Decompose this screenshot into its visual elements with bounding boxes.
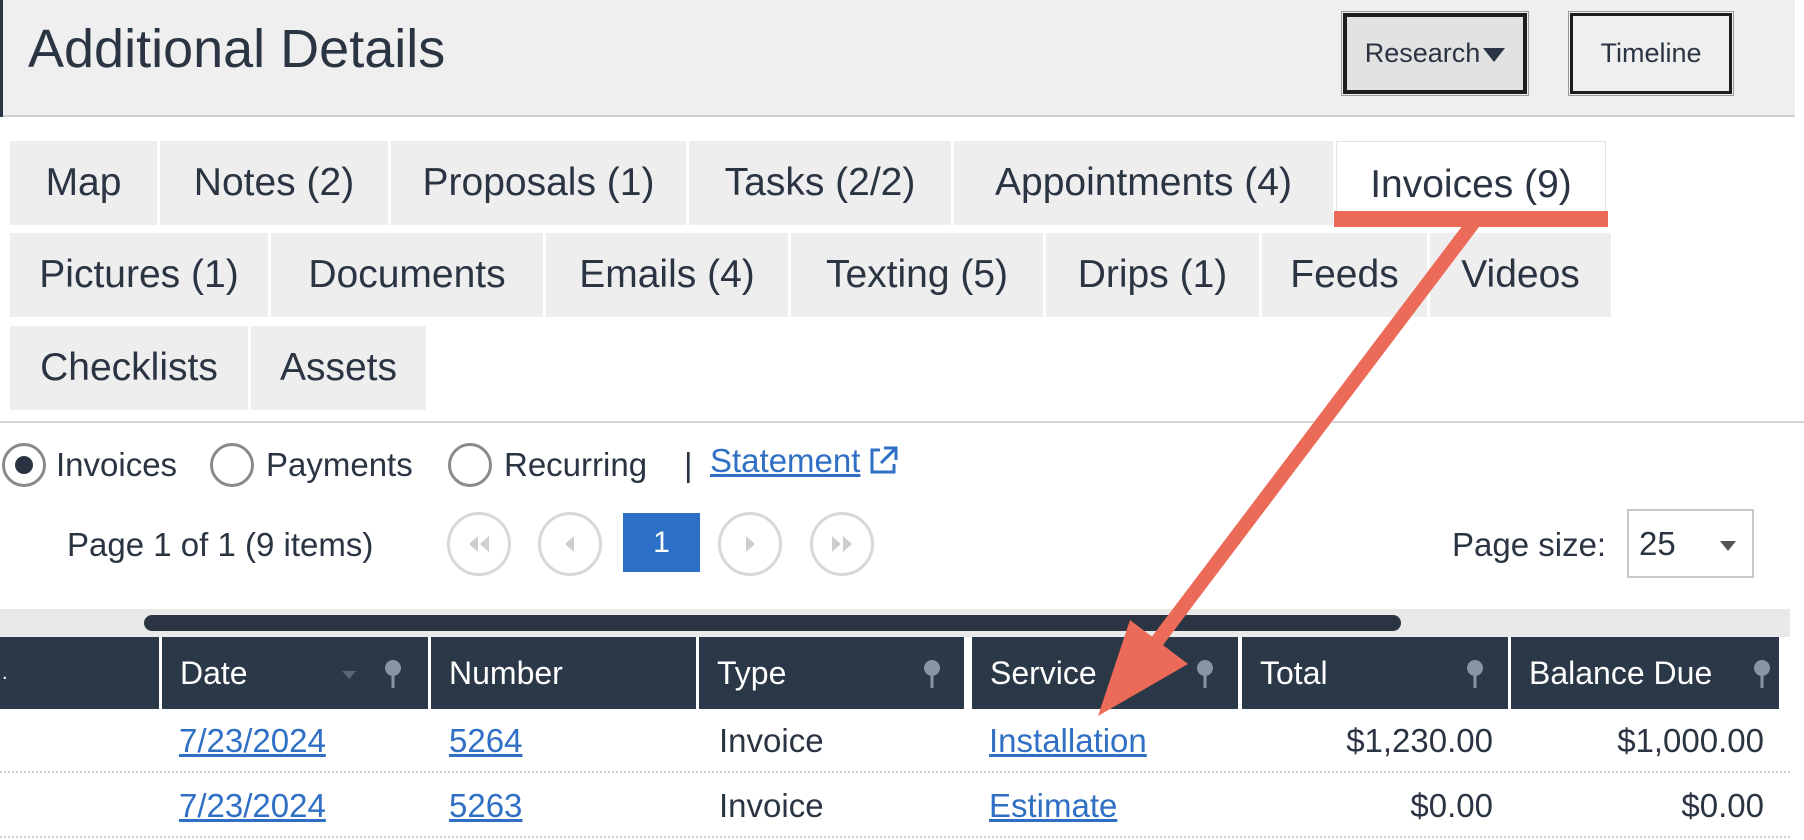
table-row: 7/23/2024 5263 Invoice Estimate $0.00 $0… bbox=[0, 774, 1790, 838]
chevron-left-icon bbox=[565, 536, 574, 552]
invoices-radio[interactable] bbox=[2, 443, 46, 487]
chevron-right-icon bbox=[746, 536, 755, 552]
tab-map[interactable]: Map bbox=[10, 141, 157, 225]
research-button[interactable]: Research bbox=[1341, 11, 1529, 96]
tab-pictures[interactable]: Pictures (1) bbox=[10, 233, 268, 317]
tab-videos[interactable]: Videos bbox=[1430, 233, 1611, 317]
details-header: Additional Details Research Timeline bbox=[0, 0, 1795, 117]
tab-label: Map bbox=[45, 161, 122, 204]
pin-icon[interactable] bbox=[1751, 659, 1773, 689]
filter-separator: | bbox=[684, 446, 693, 483]
tab-tasks[interactable]: Tasks (2/2) bbox=[689, 141, 951, 225]
first-page-button[interactable] bbox=[447, 512, 511, 576]
payments-radio-label[interactable]: Payments bbox=[266, 446, 413, 484]
recurring-radio-label[interactable]: Recurring bbox=[504, 446, 647, 484]
tab-label: Notes (2) bbox=[193, 161, 355, 204]
tab-bar: Map Notes (2) Proposals (1) Tasks (2/2) … bbox=[0, 117, 1804, 423]
prev-page-button[interactable] bbox=[538, 512, 602, 576]
column-header-label: Date bbox=[180, 654, 248, 691]
tab-label: Videos bbox=[1461, 253, 1580, 296]
tab-assets[interactable]: Assets bbox=[251, 326, 426, 410]
column-header-label: Service bbox=[990, 654, 1097, 691]
table-row: 7/23/2024 5264 Invoice Installation $1,2… bbox=[0, 709, 1790, 773]
tab-label: Invoices (9) bbox=[1370, 162, 1572, 206]
row-service-link[interactable]: Installation bbox=[989, 709, 1147, 773]
research-button-label: Research bbox=[1364, 38, 1481, 68]
column-header-label: Type bbox=[717, 654, 787, 691]
page-info: Page 1 of 1 (9 items) bbox=[67, 526, 374, 563]
row-balance-due: $0.00 bbox=[1681, 787, 1764, 824]
row-balance-due: $1,000.00 bbox=[1617, 722, 1764, 759]
tab-label: Assets bbox=[279, 346, 398, 389]
tab-label: Tasks (2/2) bbox=[724, 161, 916, 204]
row-total: $0.00 bbox=[1410, 787, 1493, 824]
double-chevron-left-icon bbox=[469, 536, 489, 552]
tab-label: Appointments (4) bbox=[995, 161, 1292, 204]
tab-checklists[interactable]: Checklists bbox=[10, 326, 248, 410]
dropdown-arrow-icon bbox=[1720, 541, 1736, 551]
column-header-number[interactable]: Number bbox=[431, 637, 696, 709]
header-accent-bar bbox=[0, 0, 3, 117]
column-header-type[interactable]: Type bbox=[699, 637, 964, 709]
tab-texting[interactable]: Texting (5) bbox=[791, 233, 1043, 317]
tab-drips[interactable]: Drips (1) bbox=[1046, 233, 1259, 317]
statement-link[interactable]: Statement bbox=[710, 442, 900, 480]
invoices-radio-label[interactable]: Invoices bbox=[56, 446, 177, 484]
tab-appointments[interactable]: Appointments (4) bbox=[954, 141, 1333, 225]
current-page-button[interactable]: 1 bbox=[623, 513, 700, 572]
pin-icon[interactable] bbox=[1464, 659, 1486, 689]
tab-label: Emails (4) bbox=[579, 253, 755, 296]
last-page-button[interactable] bbox=[810, 512, 874, 576]
tab-invoices[interactable]: Invoices (9) bbox=[1336, 141, 1606, 227]
tab-notes[interactable]: Notes (2) bbox=[160, 141, 388, 225]
page-size-select[interactable]: 25 bbox=[1627, 509, 1754, 578]
grid-header-row: . Date Number Type Service Total Balance… bbox=[0, 637, 1790, 709]
pin-icon[interactable] bbox=[921, 659, 943, 689]
horizontal-scrollbar-thumb[interactable] bbox=[144, 615, 1401, 631]
row-type: Invoice bbox=[719, 722, 824, 759]
row-date-link[interactable]: 7/23/2024 bbox=[179, 774, 326, 838]
column-header-date[interactable]: Date bbox=[162, 637, 428, 709]
tab-label: Documents bbox=[308, 253, 506, 296]
column-header-service[interactable]: Service bbox=[972, 637, 1238, 709]
row-number-link[interactable]: 5263 bbox=[449, 774, 522, 838]
column-header-partial[interactable]: . bbox=[0, 637, 159, 709]
double-chevron-right-icon bbox=[832, 536, 852, 552]
column-header-partial-fragment: . bbox=[2, 661, 8, 684]
tab-label: Texting (5) bbox=[825, 253, 1009, 296]
tab-label: Feeds bbox=[1290, 253, 1399, 296]
payments-radio[interactable] bbox=[210, 443, 254, 487]
row-total: $1,230.00 bbox=[1346, 722, 1493, 759]
pin-icon[interactable] bbox=[1194, 659, 1216, 689]
tab-label: Pictures (1) bbox=[39, 253, 239, 296]
page-title: Additional Details bbox=[28, 19, 446, 79]
page-size-value: 25 bbox=[1639, 524, 1676, 562]
tab-label: Proposals (1) bbox=[422, 161, 655, 204]
column-header-total[interactable]: Total bbox=[1242, 637, 1508, 709]
tab-label: Checklists bbox=[40, 346, 218, 389]
pin-icon[interactable] bbox=[382, 659, 404, 689]
timeline-button[interactable]: Timeline bbox=[1568, 11, 1734, 96]
external-link-icon bbox=[870, 446, 898, 474]
tab-feeds[interactable]: Feeds bbox=[1262, 233, 1427, 317]
column-header-label: Balance Due bbox=[1529, 654, 1713, 691]
column-header-balance-due[interactable]: Balance Due bbox=[1511, 637, 1779, 709]
row-service-link[interactable]: Estimate bbox=[989, 774, 1117, 838]
tab-proposals[interactable]: Proposals (1) bbox=[391, 141, 686, 225]
sort-indicator-icon[interactable] bbox=[342, 671, 356, 679]
next-page-button[interactable] bbox=[718, 512, 782, 576]
statement-link-label: Statement bbox=[710, 442, 861, 479]
column-header-label: Number bbox=[449, 654, 563, 691]
tab-label: Drips (1) bbox=[1077, 253, 1228, 296]
row-type: Invoice bbox=[719, 787, 824, 824]
recurring-radio[interactable] bbox=[448, 443, 492, 487]
page-size-label: Page size: bbox=[1452, 526, 1607, 563]
row-date-link[interactable]: 7/23/2024 bbox=[179, 709, 326, 773]
timeline-button-label: Timeline bbox=[1600, 38, 1702, 68]
tab-emails[interactable]: Emails (4) bbox=[546, 233, 788, 317]
column-header-label: Total bbox=[1260, 654, 1328, 691]
row-number-link[interactable]: 5264 bbox=[449, 709, 522, 773]
tab-documents[interactable]: Documents bbox=[271, 233, 543, 317]
caret-down-icon bbox=[1483, 48, 1506, 62]
